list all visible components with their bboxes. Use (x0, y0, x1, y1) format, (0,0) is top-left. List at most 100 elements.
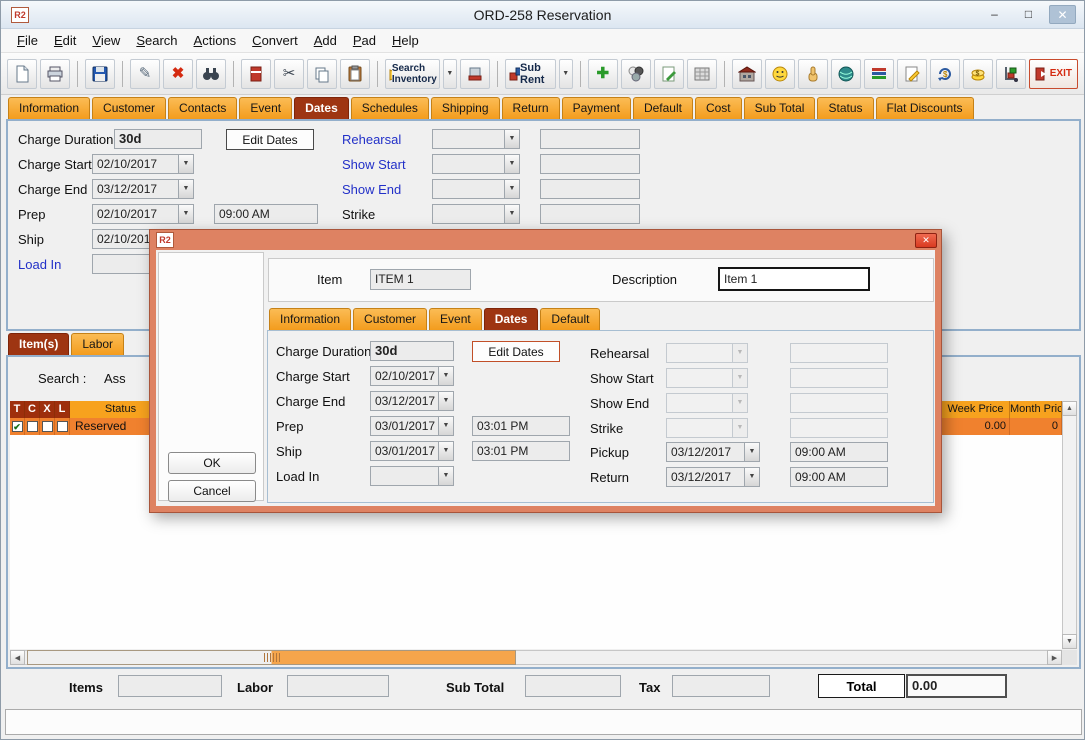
tab-information[interactable]: Information (8, 97, 90, 119)
new-document-button[interactable] (7, 59, 37, 89)
rehearsal-link[interactable]: Rehearsal (342, 132, 401, 147)
dropdown-arrow-icon[interactable]: ▼ (438, 442, 453, 460)
checkbox-icon[interactable] (57, 421, 68, 432)
cancel-button[interactable]: Cancel (168, 480, 256, 502)
tab-cost[interactable]: Cost (695, 97, 742, 119)
tab-flat-discounts[interactable]: Flat Discounts (876, 97, 974, 119)
dialog-edit-dates-button[interactable]: Edit Dates (472, 341, 560, 362)
show-end-time-field[interactable] (540, 179, 640, 199)
menu-pad[interactable]: Pad (345, 30, 384, 51)
column-header-x[interactable]: X (40, 401, 55, 418)
dialog-prep-date-field[interactable]: 03/01/2017▼ (370, 416, 454, 436)
scroll-up-button[interactable]: ▲ (1062, 401, 1077, 416)
ok-button[interactable]: OK (168, 452, 256, 474)
print-button[interactable] (40, 59, 70, 89)
menu-edit[interactable]: Edit (46, 30, 84, 51)
tab-default[interactable]: Default (633, 97, 693, 119)
dialog-pickup-date-field[interactable]: 03/12/2017▼ (666, 442, 760, 462)
column-header-t[interactable]: T (10, 401, 25, 418)
dialog-tab-customer[interactable]: Customer (353, 308, 427, 330)
column-header-c[interactable]: C (25, 401, 40, 418)
globe-button[interactable] (831, 59, 861, 89)
tab-contacts[interactable]: Contacts (168, 97, 237, 119)
dialog-close-button[interactable]: ✕ (915, 233, 937, 248)
show-start-time-field[interactable] (540, 154, 640, 174)
dropdown-arrow-icon[interactable]: ▼ (178, 180, 193, 198)
show-end-link[interactable]: Show End (342, 182, 401, 197)
edit-button[interactable]: ✎ (130, 59, 160, 89)
tab-event[interactable]: Event (239, 97, 292, 119)
sub-rent-dropdown[interactable]: ▼ (559, 59, 573, 89)
tab-status[interactable]: Status (817, 97, 873, 119)
kit-button[interactable] (621, 59, 651, 89)
show-start-date-field[interactable]: ▼ (432, 154, 520, 174)
dropdown-arrow-icon[interactable]: ▼ (178, 205, 193, 223)
prep-date-field[interactable]: 02/10/2017▼ (92, 204, 194, 224)
exit-button[interactable]: EXIT (1029, 59, 1078, 89)
edit-dates-button[interactable]: Edit Dates (226, 129, 314, 150)
dropdown-arrow-icon[interactable]: ▼ (504, 130, 519, 148)
strike-time-field[interactable] (540, 204, 640, 224)
scroll-right-button[interactable]: ▶ (1047, 650, 1062, 665)
menu-view[interactable]: View (84, 30, 128, 51)
paste-button[interactable] (340, 59, 370, 89)
tab-shipping[interactable]: Shipping (431, 97, 500, 119)
prep-time-field[interactable]: 09:00 AM (214, 204, 318, 224)
scroll-down-button[interactable]: ▼ (1062, 634, 1077, 649)
menu-search[interactable]: Search (128, 30, 185, 51)
add-item-button[interactable]: ✚ (588, 59, 618, 89)
tab-sub-total[interactable]: Sub Total (744, 97, 816, 119)
payment-button[interactable]: $ (963, 59, 993, 89)
strike-date-field[interactable]: ▼ (432, 204, 520, 224)
dialog-charge-start-field[interactable]: 02/10/2017▼ (370, 366, 454, 386)
load-in-link[interactable]: Load In (18, 257, 61, 272)
cut-button[interactable]: ✂ (274, 59, 304, 89)
show-end-date-field[interactable]: ▼ (432, 179, 520, 199)
checkbox-checked-icon[interactable]: ✔ (12, 421, 23, 432)
dialog-return-date-field[interactable]: 03/12/2017▼ (666, 467, 760, 487)
menu-convert[interactable]: Convert (244, 30, 306, 51)
rehearsal-time-field[interactable] (540, 129, 640, 149)
tab-return[interactable]: Return (502, 97, 560, 119)
sub-rent-button[interactable]: Sub Rent (505, 59, 556, 89)
column-header-week-price[interactable]: Week Price (942, 401, 1010, 418)
copy-button[interactable] (307, 59, 337, 89)
dropdown-arrow-icon[interactable]: ▼ (744, 443, 759, 461)
menu-help[interactable]: Help (384, 30, 427, 51)
tab-items[interactable]: Item(s) (8, 333, 69, 355)
menu-actions[interactable]: Actions (186, 30, 245, 51)
save-button[interactable] (85, 59, 115, 89)
charge-start-field[interactable]: 02/10/2017▼ (92, 154, 194, 174)
dropdown-arrow-icon[interactable]: ▼ (438, 417, 453, 435)
row-checkbox-l[interactable] (55, 418, 70, 435)
dialog-load-in-field[interactable]: ▼ (370, 466, 454, 486)
contacts-book-button[interactable] (241, 59, 271, 89)
dropdown-arrow-icon[interactable]: ▼ (438, 367, 453, 385)
dialog-charge-duration-field[interactable]: 30d (370, 341, 454, 361)
warehouse-button[interactable] (732, 59, 762, 89)
dialog-return-time-field[interactable]: 09:00 AM (790, 467, 888, 487)
dialog-ship-time-field[interactable]: 03:01 PM (472, 441, 570, 461)
dialog-tab-dates[interactable]: Dates (484, 308, 539, 330)
convert-note-button[interactable] (897, 59, 927, 89)
dialog-pickup-time-field[interactable]: 09:00 AM (790, 442, 888, 462)
exchange-rate-button[interactable]: $ (930, 59, 960, 89)
dialog-tab-event[interactable]: Event (429, 308, 482, 330)
find-button[interactable] (196, 59, 226, 89)
minimize-button[interactable]: – (981, 5, 1008, 24)
customer-button[interactable] (765, 59, 795, 89)
hand-button[interactable] (798, 59, 828, 89)
note-edit-button[interactable] (654, 59, 684, 89)
dialog-charge-end-field[interactable]: 03/12/2017▼ (370, 391, 454, 411)
row-checkbox-t[interactable]: ✔ (10, 418, 25, 435)
scroll-left-button[interactable]: ◀ (10, 650, 25, 665)
column-header-month-price[interactable]: Month Price (1010, 401, 1062, 418)
dropdown-arrow-icon[interactable]: ▼ (438, 392, 453, 410)
row-checkbox-c[interactable] (25, 418, 40, 435)
column-header-l[interactable]: L (55, 401, 70, 418)
dialog-ship-date-field[interactable]: 03/01/2017▼ (370, 441, 454, 461)
charge-end-field[interactable]: 03/12/2017▼ (92, 179, 194, 199)
tab-labor[interactable]: Labor (71, 333, 124, 355)
shipping-dolly-button[interactable] (996, 59, 1026, 89)
dropdown-arrow-icon[interactable]: ▼ (178, 155, 193, 173)
